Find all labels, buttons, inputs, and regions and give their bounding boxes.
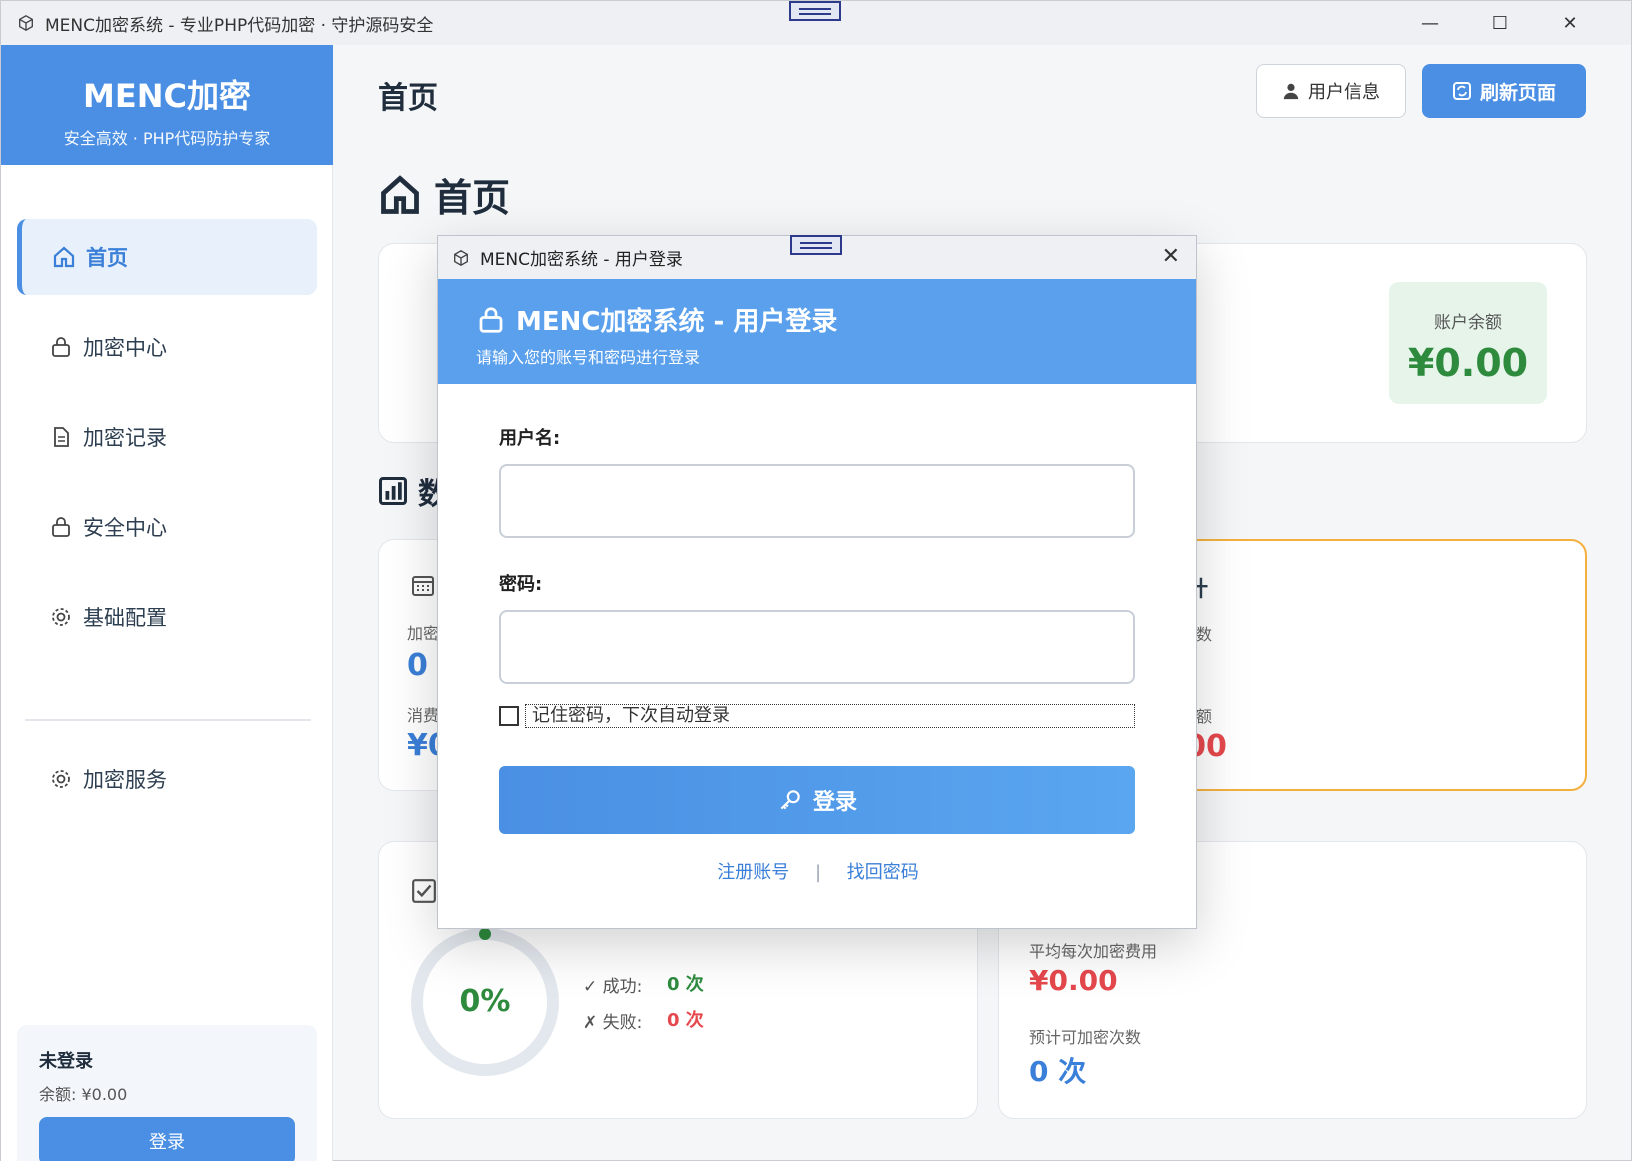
- today-count-label: 加密: [407, 624, 440, 643]
- sidebar-item-label: 基础配置: [83, 606, 167, 630]
- home-icon: [378, 173, 422, 217]
- refresh-label: 刷新页面: [1479, 81, 1556, 104]
- remember-checkbox[interactable]: [499, 706, 519, 726]
- sidebar-item-encrypt-center[interactable]: 加密中心: [17, 309, 317, 385]
- register-link[interactable]: 注册账号: [717, 862, 789, 883]
- banner-title-row: MENC加密系统 - 用户登录: [476, 301, 1196, 338]
- sidebar-divider: [25, 719, 311, 721]
- sidebar-item-encrypt-service[interactable]: 加密服务: [17, 741, 317, 817]
- refresh-icon: [1452, 81, 1472, 101]
- user-status-box: 未登录 余额: ¥0.00 登录: [17, 1025, 317, 1161]
- lock-icon: [476, 305, 506, 335]
- sidebar-login-button[interactable]: 登录: [39, 1117, 295, 1161]
- minimize-button[interactable]: —: [1395, 1, 1465, 45]
- estimate-label: 预计可加密次数: [1029, 1028, 1142, 1047]
- balance-box: 账户余额 ¥0.00: [1389, 282, 1547, 404]
- calendar-icon: [411, 574, 435, 598]
- avg-cost-value: ¥0.00: [1029, 964, 1118, 997]
- user-icon: [1282, 82, 1300, 100]
- balance-value: ¥0.00: [1407, 341, 1529, 385]
- section-heading: 首页: [378, 167, 510, 222]
- user-name: 未登录: [39, 1051, 93, 1072]
- login-button[interactable]: 登录: [499, 766, 1135, 834]
- brand-panel: MENC加密 安全高效 · PHP代码防护专家: [1, 45, 333, 165]
- dialog-drag-handle[interactable]: [790, 235, 842, 255]
- chart-icon: [378, 476, 408, 506]
- banner-subtitle: 请输入您的账号和密码进行登录: [476, 348, 701, 367]
- username-input[interactable]: [499, 464, 1135, 538]
- sidebar-item-label: 加密服务: [83, 768, 167, 792]
- home-icon: [52, 245, 76, 269]
- refresh-button[interactable]: 刷新页面: [1422, 64, 1586, 118]
- user-info-label: 用户信息: [1308, 82, 1380, 103]
- user-info-button[interactable]: 用户信息: [1256, 64, 1406, 118]
- sidebar-item-label: 加密记录: [83, 426, 167, 450]
- drag-handle[interactable]: [789, 1, 841, 21]
- estimate-value: 0 次: [1029, 1055, 1087, 1088]
- sidebar-item-security-center[interactable]: 安全中心: [17, 489, 317, 565]
- recover-password-link[interactable]: 找回密码: [847, 862, 919, 883]
- success-rate-value: 0%: [459, 984, 511, 1019]
- gear-icon: [49, 767, 73, 791]
- sidebar-item-label: 首页: [86, 246, 128, 270]
- today-count-value: 0: [407, 648, 428, 683]
- remember-label: 记住密码，下次自动登录: [525, 704, 1135, 728]
- app-cube-icon: [19, 15, 33, 31]
- maximize-button[interactable]: ☐: [1465, 1, 1535, 45]
- page-title: 首页: [378, 81, 438, 116]
- avg-cost-label: 平均每次加密费用: [1029, 942, 1158, 961]
- success-value: 0 次: [667, 974, 704, 995]
- today-cost-label: 消费: [407, 706, 440, 725]
- window-title: MENC加密系统 - 专业PHP代码加密 · 守护源码安全: [45, 15, 434, 36]
- banner-title: MENC加密系统 - 用户登录: [516, 307, 838, 337]
- sidebar-item-label: 加密中心: [83, 336, 167, 360]
- sidebar-item-basic-config[interactable]: 基础配置: [17, 579, 317, 655]
- section-title: 首页: [434, 176, 511, 220]
- dialog-links: 注册账号 | 找回密码: [438, 858, 1198, 884]
- success-label: ✓ 成功:: [583, 977, 643, 997]
- brand-subtitle: 安全高效 · PHP代码防护专家: [63, 129, 271, 148]
- checkbox-icon: [411, 878, 437, 904]
- sidebar-item-encrypt-records[interactable]: 加密记录: [17, 399, 317, 475]
- sidebar-item-label: 安全中心: [83, 516, 167, 540]
- links-separator: |: [814, 862, 822, 883]
- app-cube-icon: [454, 249, 468, 266]
- gear-icon: [49, 605, 73, 629]
- lock-icon: [49, 335, 73, 359]
- fail-label: ✗ 失败:: [583, 1013, 643, 1033]
- fail-value: 0 次: [667, 1010, 704, 1031]
- dialog-title-bar: MENC加密系统 - 用户登录 ✕: [438, 235, 1196, 279]
- brand-name: MENC加密: [83, 77, 251, 115]
- balance-label: 账户余额: [1434, 313, 1502, 333]
- login-dialog: MENC加密系统 - 用户登录 ✕ MENC加密系统 - 用户登录 请输入您的账…: [437, 235, 1197, 929]
- remember-checkbox-row[interactable]: 记住密码，下次自动登录: [499, 704, 1135, 728]
- dialog-banner: MENC加密系统 - 用户登录 请输入您的账号和密码进行登录: [438, 279, 1196, 384]
- document-icon: [49, 425, 73, 449]
- sidebar: MENC加密 安全高效 · PHP代码防护专家 首页 加密中心 加密记录 安全中…: [1, 45, 333, 1161]
- dialog-title: MENC加密系统 - 用户登录: [480, 250, 683, 270]
- login-label: 登录: [812, 790, 857, 815]
- key-icon: [777, 787, 803, 813]
- lock-icon: [49, 515, 73, 539]
- app-window: MENC加密系统 - 专业PHP代码加密 · 守护源码安全 — ☐ ✕ MENC…: [0, 0, 1632, 1161]
- dialog-close-button[interactable]: ✕: [1162, 244, 1180, 269]
- password-input[interactable]: [499, 610, 1135, 684]
- close-window-button[interactable]: ✕: [1535, 1, 1605, 45]
- password-label: 密码:: [499, 574, 543, 595]
- user-balance: 余额: ¥0.00: [39, 1085, 128, 1104]
- sidebar-item-home[interactable]: 首页: [17, 219, 317, 295]
- username-label: 用户名:: [499, 428, 561, 449]
